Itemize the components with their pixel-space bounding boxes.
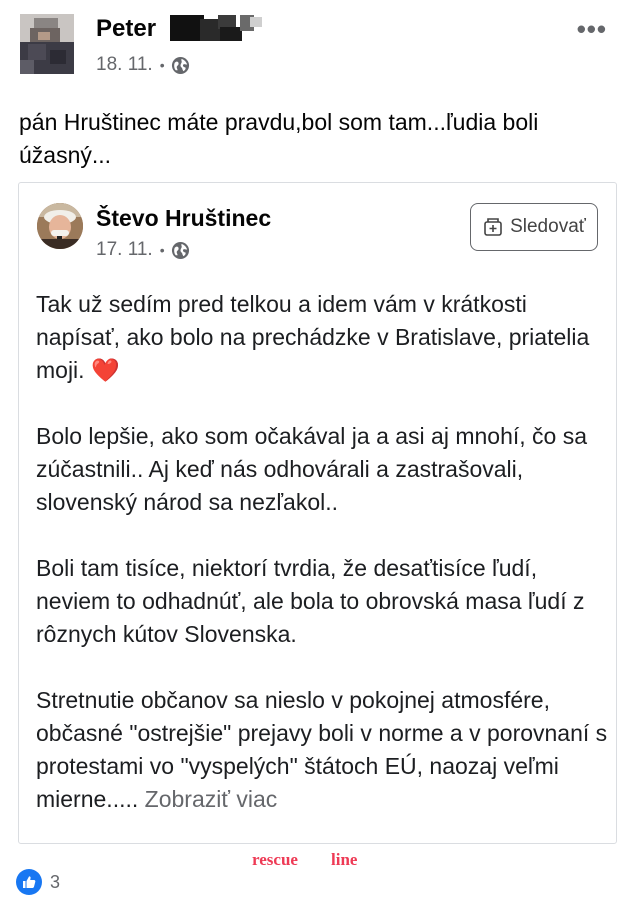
post-date[interactable]: 18. 11.: [96, 54, 153, 76]
meta-separator: •: [159, 242, 165, 258]
heart-emoji-icon: ❤️: [90, 357, 120, 383]
follow-button[interactable]: Sledovať: [470, 203, 598, 251]
poster-name[interactable]: Peter: [96, 15, 156, 43]
post-text: pán Hruštinec máte pravdu,bol som tam...…: [19, 109, 539, 168]
meta-separator: •: [159, 57, 165, 73]
paragraph: Boli tam tisíce, niektorí tvrdia, že des…: [36, 555, 585, 647]
shared-author-avatar[interactable]: [37, 203, 83, 249]
watermark-text: line: [331, 850, 358, 869]
follow-label: Sledovať: [510, 216, 586, 237]
shared-author-name[interactable]: Števo Hruštinec: [96, 205, 271, 232]
globe-icon[interactable]: [171, 56, 190, 75]
watermark-text: rescue: [252, 850, 298, 869]
paragraph: Tak už sedím pred telkou a idem vám v kr…: [36, 291, 590, 383]
more-options-icon[interactable]: •••: [577, 14, 607, 45]
see-more-link[interactable]: Zobraziť viac: [145, 786, 278, 812]
shared-post-date[interactable]: 17. 11.: [96, 239, 153, 261]
like-icon: [16, 869, 42, 895]
name-redaction: [170, 13, 262, 43]
follow-icon: [484, 218, 502, 236]
reactions-summary[interactable]: 3: [16, 869, 60, 895]
shared-post-meta: 17. 11. •: [96, 239, 190, 261]
reaction-count: 3: [50, 871, 61, 892]
shared-post-card[interactable]: Števo Hruštinec 17. 11. • Sledovať Tak u…: [18, 182, 617, 844]
shared-post-body: Tak už sedím pred telkou a idem vám v kr…: [36, 288, 611, 816]
post-meta: 18. 11. •: [96, 54, 190, 76]
poster-avatar[interactable]: [20, 14, 74, 74]
paragraph: Stretnutie občanov sa nieslo v pokojnej …: [36, 687, 608, 812]
paragraph: Bolo lepšie, ako som očakával ja a asi a…: [36, 423, 588, 515]
globe-icon[interactable]: [171, 241, 190, 260]
